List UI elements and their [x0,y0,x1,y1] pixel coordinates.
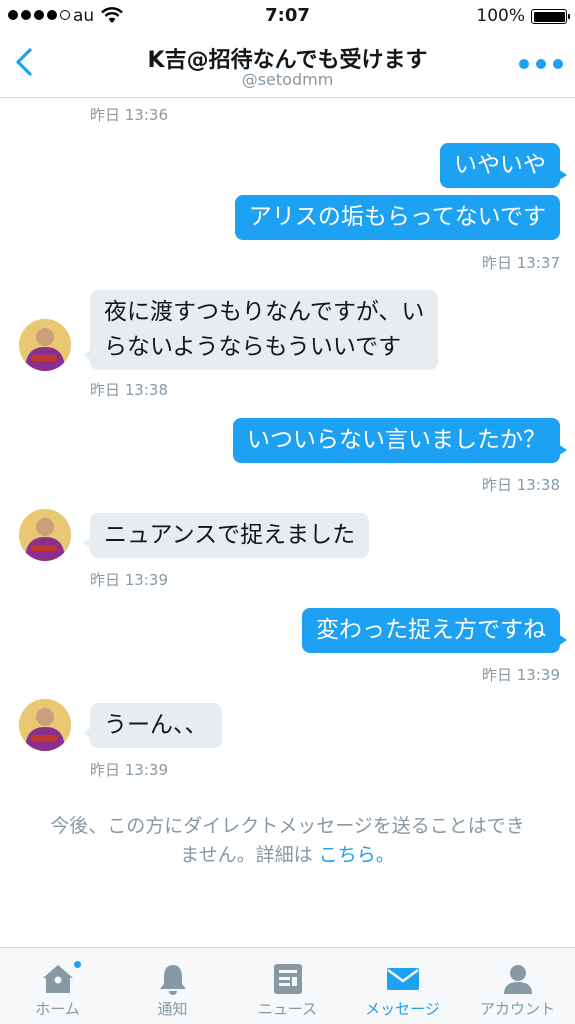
message-bubble-sent[interactable]: いやいや [440,143,567,188]
message-line: 夜に渡すつもりなんですが、い [104,299,425,325]
status-bar: au 7:07 100% [0,0,575,32]
message-timestamp: 昨日 13:38 [90,381,168,399]
home-icon [42,965,73,993]
notice-line: ません。詳細は こちら。 [12,841,563,870]
tab-label: アカウント [479,1000,555,1018]
tab-notifications[interactable]: 通知 [115,948,230,1024]
back-chevron-icon[interactable] [8,42,40,82]
tab-bar: ホーム 通知 ニュース メッセージ アカウント [0,947,575,1024]
message-bubble-sent[interactable]: アリスの垢もらってないです [234,195,560,240]
message-timestamp: 昨日 13:38 [482,476,560,494]
dm-disabled-notice: 今後、この方にダイレクトメッセージを送ることはでき ません。詳細は こちら。 [12,812,563,870]
tab-label: ニュース [257,1000,318,1018]
person-icon [503,965,532,994]
message-timestamp: 昨日 13:37 [482,254,560,272]
tab-label: メッセージ [365,1000,440,1018]
more-options-icon[interactable] [519,56,563,72]
details-link[interactable]: こちら。 [319,844,395,866]
avatar[interactable] [19,319,71,371]
avatar[interactable] [19,509,71,561]
message-bubble-received[interactable]: ニュアンスで捉えました [82,513,370,558]
tab-news[interactable]: ニュース [230,948,345,1024]
tab-account[interactable]: アカウント [460,948,575,1024]
message-bubble-received[interactable]: うーん、、 [83,703,222,748]
tab-label: 通知 [157,1000,188,1018]
tab-home[interactable]: ホーム [0,948,115,1024]
avatar-image [19,509,71,561]
message-timestamp: 昨日 13:39 [482,666,560,684]
message-bubble-received[interactable]: 夜に渡すつもりなんですが、い らないようならもういいです [82,290,439,370]
tab-label: ホーム [35,1000,80,1018]
notice-text: ません。詳細は [180,844,313,866]
news-icon [273,964,302,994]
notice-line: 今後、この方にダイレクトメッセージを送ることはでき [50,815,525,837]
message-timestamp: 昨日 13:36 [90,106,168,124]
message-timestamp: 昨日 13:39 [90,761,168,779]
battery-icon [531,9,570,24]
message-bubble-sent[interactable]: いついらない言いましたか？ [233,418,567,463]
notification-badge [73,960,82,969]
avatar-image [19,319,71,371]
message-timestamp: 昨日 13:39 [90,571,168,589]
bell-icon [159,965,186,995]
battery-percentage: 100% [476,6,525,26]
conversation-header: K吉@招待なんでも受けます @setodmm [0,32,575,98]
avatar-image [19,699,71,751]
message-list[interactable]: 昨日 13:36 いやいや アリスの垢もらってないです 昨日 13:37 夜に渡… [0,99,575,947]
envelope-icon [386,968,419,990]
conversation-handle: @setodmm [241,70,334,89]
message-bubble-sent[interactable]: 変わった捉え方ですね [302,608,567,653]
message-line: らないようならもういいです [104,334,402,360]
tab-messages[interactable]: メッセージ [345,948,460,1024]
avatar[interactable] [19,699,71,751]
